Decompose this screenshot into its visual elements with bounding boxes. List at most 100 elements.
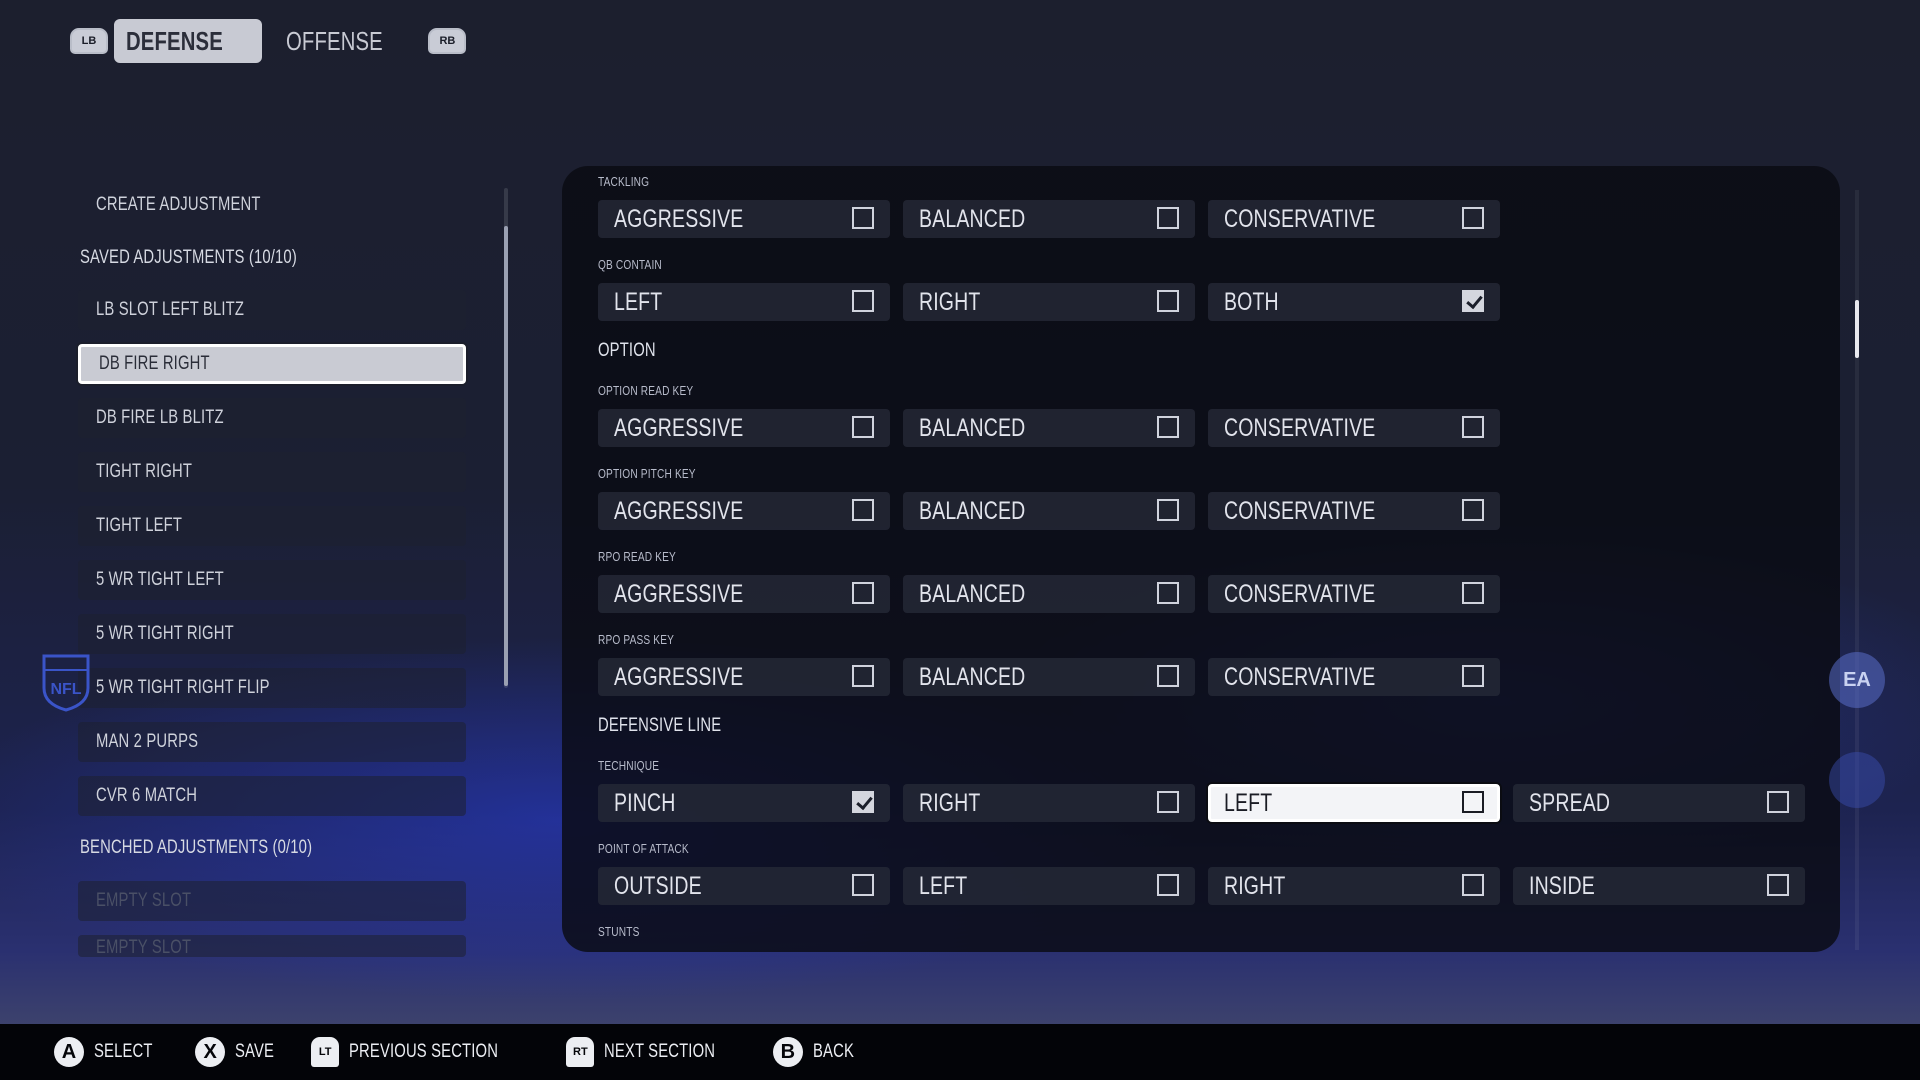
rpo-read-key-conservative[interactable]: CONSERVATIVE <box>1208 575 1500 613</box>
x-button-icon: X <box>195 1037 226 1067</box>
option-poa-inside[interactable]: INSIDE <box>1513 867 1805 905</box>
option-pitch-key-aggressive[interactable]: AGGRESSIVE <box>598 492 890 530</box>
list-item[interactable]: CVR 6 MATCH <box>78 776 466 816</box>
checkbox[interactable] <box>1767 791 1789 813</box>
checkbox[interactable] <box>852 874 874 896</box>
ea-sports-logo-icon: EA <box>1829 652 1885 708</box>
option-tackling-conservative[interactable]: CONSERVATIVE <box>1208 200 1500 238</box>
checkbox[interactable] <box>852 416 874 438</box>
rt-trigger-icon: RT <box>566 1037 595 1067</box>
option-qb-contain-left[interactable]: LEFT <box>598 283 890 321</box>
list-item[interactable]: 5 WR TIGHT RIGHT FLIP <box>78 668 466 708</box>
option-technique-right[interactable]: RIGHT <box>903 784 1195 822</box>
settings-scroll-thumb[interactable] <box>1855 300 1859 358</box>
option-read-key-aggressive[interactable]: AGGRESSIVE <box>598 409 890 447</box>
top-tab-bar: LB DEFENSE OFFENSE RB <box>70 18 467 64</box>
checkbox[interactable] <box>1157 665 1179 687</box>
defensive-line-section-header: DEFENSIVE LINE <box>598 715 722 736</box>
list-item[interactable]: TIGHT LEFT <box>78 506 466 546</box>
rpo-pass-key-balanced[interactable]: BALANCED <box>903 658 1195 696</box>
option-poa-left[interactable]: LEFT <box>903 867 1195 905</box>
option-poa-right[interactable]: RIGHT <box>1208 867 1500 905</box>
checkbox[interactable] <box>1462 416 1484 438</box>
option-technique-pinch[interactable]: PINCH <box>598 784 890 822</box>
a-button-icon: A <box>54 1037 84 1067</box>
option-technique-left-focused[interactable]: LEFT <box>1208 784 1500 822</box>
option-technique-spread[interactable]: SPREAD <box>1513 784 1805 822</box>
checkbox[interactable] <box>1157 582 1179 604</box>
checkbox[interactable] <box>1157 791 1179 813</box>
hint-save[interactable]: X SAVE <box>195 1037 285 1067</box>
settings-scrollbar[interactable] <box>1855 190 1859 950</box>
checkbox[interactable] <box>1462 665 1484 687</box>
option-qb-contain-right[interactable]: RIGHT <box>903 283 1195 321</box>
checkbox[interactable] <box>1462 582 1484 604</box>
list-item-selected[interactable]: DB FIRE RIGHT <box>78 344 466 384</box>
rb-bumper-icon[interactable]: RB <box>428 28 467 54</box>
option-qb-contain-both[interactable]: BOTH <box>1208 283 1500 321</box>
checkbox-checked[interactable] <box>1462 290 1484 312</box>
checkbox[interactable] <box>852 665 874 687</box>
list-item[interactable]: DB FIRE LB BLITZ <box>78 398 466 438</box>
checkbox[interactable] <box>1462 499 1484 521</box>
rpo-pass-key-aggressive[interactable]: AGGRESSIVE <box>598 658 890 696</box>
checkbox[interactable] <box>852 582 874 604</box>
empty-slot[interactable]: EMPTY SLOT <box>78 935 466 957</box>
checkbox[interactable] <box>1157 874 1179 896</box>
sidebar-scroll-thumb[interactable] <box>504 226 508 686</box>
checkbox[interactable] <box>852 207 874 229</box>
create-adjustment-button[interactable]: CREATE ADJUSTMENT <box>78 185 466 225</box>
list-item[interactable]: 5 WR TIGHT LEFT <box>78 560 466 600</box>
checkbox[interactable] <box>1462 791 1484 813</box>
hint-select[interactable]: A SELECT <box>54 1037 169 1067</box>
lb-bumper-icon[interactable]: LB <box>70 28 108 54</box>
checkbox[interactable] <box>1157 290 1179 312</box>
point-of-attack-label: POINT OF ATTACK <box>598 841 689 856</box>
settings-panel: TACKLING AGGRESSIVE BALANCED CONSERVATIV… <box>562 166 1840 952</box>
empty-slot[interactable]: EMPTY SLOT <box>78 881 466 921</box>
qb-contain-label: QB CONTAIN <box>598 257 662 272</box>
b-button-icon: B <box>772 1037 803 1067</box>
option-tackling-aggressive[interactable]: AGGRESSIVE <box>598 200 890 238</box>
lt-trigger-icon: LT <box>311 1037 340 1067</box>
hint-previous-section[interactable]: LT PREVIOUS SECTION <box>311 1037 540 1067</box>
stunts-label: STUNTS <box>598 924 640 939</box>
checkbox[interactable] <box>1462 207 1484 229</box>
tab-offense[interactable]: OFFENSE <box>274 19 422 63</box>
nfl-shield-icon: NFL <box>42 654 90 712</box>
ea-badge-icon <box>1829 752 1885 808</box>
option-section-header: OPTION <box>598 340 656 361</box>
option-read-key-conservative[interactable]: CONSERVATIVE <box>1208 409 1500 447</box>
tab-defense[interactable]: DEFENSE <box>114 19 263 63</box>
rpo-read-key-aggressive[interactable]: AGGRESSIVE <box>598 575 890 613</box>
checkbox[interactable] <box>1157 499 1179 521</box>
checkbox[interactable] <box>852 499 874 521</box>
sidebar-scrollbar[interactable] <box>504 188 508 688</box>
checkbox-checked[interactable] <box>852 791 874 813</box>
rpo-read-key-balanced[interactable]: BALANCED <box>903 575 1195 613</box>
list-item[interactable]: MAN 2 PURPS <box>78 722 466 762</box>
svg-text:NFL: NFL <box>50 681 81 698</box>
checkbox[interactable] <box>1157 416 1179 438</box>
list-item[interactable]: TIGHT RIGHT <box>78 452 466 492</box>
rpo-pass-key-label: RPO PASS KEY <box>598 632 675 647</box>
checkbox[interactable] <box>1462 874 1484 896</box>
option-read-key-label: OPTION READ KEY <box>598 383 694 398</box>
rpo-pass-key-conservative[interactable]: CONSERVATIVE <box>1208 658 1500 696</box>
checkbox[interactable] <box>852 290 874 312</box>
option-poa-outside[interactable]: OUTSIDE <box>598 867 890 905</box>
option-read-key-balanced[interactable]: BALANCED <box>903 409 1195 447</box>
hint-back[interactable]: B BACK <box>772 1037 866 1067</box>
technique-label: TECHNIQUE <box>598 758 660 773</box>
benched-adjustments-header: BENCHED ADJUSTMENTS (0/10) <box>80 837 313 858</box>
option-pitch-key-label: OPTION PITCH KEY <box>598 466 696 481</box>
list-item[interactable]: LB SLOT LEFT BLITZ <box>78 290 466 330</box>
checkbox[interactable] <box>1767 874 1789 896</box>
option-pitch-key-balanced[interactable]: BALANCED <box>903 492 1195 530</box>
checkbox[interactable] <box>1157 207 1179 229</box>
option-tackling-balanced[interactable]: BALANCED <box>903 200 1195 238</box>
hint-next-section[interactable]: RT NEXT SECTION <box>566 1037 746 1067</box>
tackling-label: TACKLING <box>598 174 650 189</box>
list-item[interactable]: 5 WR TIGHT RIGHT <box>78 614 466 654</box>
option-pitch-key-conservative[interactable]: CONSERVATIVE <box>1208 492 1500 530</box>
